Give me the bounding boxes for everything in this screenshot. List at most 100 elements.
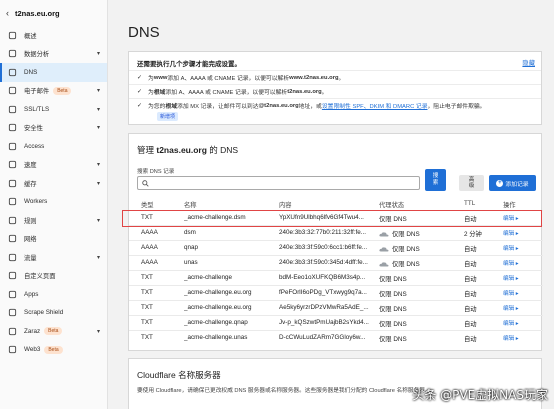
sidebar-header: ‹ t2nas.eu.org <box>0 0 107 26</box>
chevron-down-icon[interactable]: ▾ <box>97 106 100 113</box>
column-content[interactable]: 内容 <box>279 200 377 209</box>
sidebar-item[interactable]: 流量 ▾ <box>0 248 107 267</box>
dismiss-link[interactable]: 隐藏 <box>522 58 535 67</box>
sidebar-item[interactable]: 网络 <box>0 230 107 249</box>
table-row[interactable]: AAAA dsm 240e:3b3:32:77b0:211:32ff:fe... 仅限… <box>129 225 543 240</box>
sidebar-item-label: Web3 <box>24 346 41 354</box>
record-content: 240e:3b3:3f:59c0:345d:4dff:fe... <box>279 259 368 266</box>
sidebar: ‹ t2nas.eu.org 概述 数据分析 ▾ DNS 电子邮件 Beta ▾ SSL/TL… <box>0 0 108 409</box>
sidebar-item[interactable]: DNS <box>0 63 107 82</box>
chevron-down-icon[interactable]: ▾ <box>97 50 100 57</box>
sidebar-item[interactable]: 电子邮件 Beta ▾ <box>0 82 107 101</box>
sidebar-item[interactable]: 速度 ▾ <box>0 156 107 175</box>
domain-name[interactable]: t2nas.eu.org <box>15 9 60 18</box>
sidebar-item-label: 自定义页面 <box>24 273 56 281</box>
chevron-down-icon[interactable]: ▾ <box>97 254 100 261</box>
sidebar-item-label: 概述 <box>24 32 37 40</box>
sidebar-item-label: 电子邮件 <box>24 88 50 96</box>
column-ttl[interactable]: TTL <box>464 200 504 207</box>
sidebar-item[interactable]: 自定义页面 <box>0 267 107 286</box>
sidebar-item[interactable]: SSL/TLS ▾ <box>0 100 107 119</box>
sidebar-item-label: 网络 <box>24 236 37 244</box>
spf-dkim-dmarc-link[interactable]: 设置限制性 SPF、DKIM 和 DMARC 记录 <box>322 101 428 110</box>
sidebar-item[interactable]: 缓存 ▾ <box>0 174 107 193</box>
proxy-status: 仅限 DNS <box>379 336 407 343</box>
table-row[interactable]: TXT _acme-challenge.dsm YpXUfn9Ulbhq6lfv6G… <box>129 210 543 225</box>
table-row[interactable]: TXT _acme-challenge.unas D-cCWuLudZARm7GGl… <box>129 330 543 345</box>
record-ttl: 自动 <box>464 261 477 268</box>
apps-icon <box>7 289 17 299</box>
edit-link[interactable]: 编辑 ▸ <box>503 259 539 267</box>
record-name: _acme-challenge.qnap <box>184 319 248 326</box>
sidebar-item[interactable]: Scrape Shield <box>0 304 107 323</box>
edit-link[interactable]: 编辑 ▸ <box>503 244 539 252</box>
sidebar-item[interactable]: Web3 Beta <box>0 341 107 360</box>
table-row[interactable]: TXT _acme-challenge.eu.org fPeFOrlI6oPDg_V… <box>129 285 543 300</box>
edit-link[interactable]: 编辑 ▸ <box>503 229 539 237</box>
edit-link[interactable]: 编辑 ▸ <box>503 274 539 282</box>
rules-icon <box>7 215 17 225</box>
search-icon <box>142 179 149 187</box>
table-row[interactable]: TXT _acme-challenge.eu.org Ae5ky6yrzrDPzVM… <box>129 300 543 315</box>
chevron-down-icon[interactable]: ▾ <box>97 161 100 168</box>
record-type: TXT <box>141 289 153 296</box>
advanced-button[interactable]: 高 级 <box>459 175 484 191</box>
sidebar-item-label: Workers <box>24 198 48 206</box>
sidebar-item[interactable]: Access <box>0 137 107 156</box>
table-row[interactable]: TXT _acme-challenge bdM-Eeo1oXUFKQB6M3s4p.… <box>129 270 543 285</box>
chevron-down-icon[interactable]: ▾ <box>97 180 100 187</box>
record-content: YpXUfn9Ulbhq6lfv6Gf4Twu4... <box>279 214 364 221</box>
record-name: qnap <box>184 244 199 251</box>
record-content: D-cCWuLudZARm7GGloy6w... <box>279 334 366 341</box>
sidebar-item[interactable]: Zaraz Beta ▾ <box>0 322 107 341</box>
sidebar-item[interactable]: 概述 <box>0 26 107 45</box>
record-name: _acme-challenge <box>184 274 232 281</box>
chevron-down-icon[interactable]: ▾ <box>97 87 100 94</box>
record-content: bdM-Eeo1oXUFKQB6M3s4p... <box>279 274 366 281</box>
record-type: TXT <box>141 319 153 326</box>
chevron-down-icon[interactable]: ▾ <box>97 217 100 224</box>
sidebar-item[interactable]: 规则 ▾ <box>0 211 107 230</box>
sidebar-item[interactable]: Apps <box>0 285 107 304</box>
column-type[interactable]: 类型 <box>141 200 167 209</box>
record-name: unas <box>184 259 198 266</box>
chevron-down-icon[interactable]: ▾ <box>97 328 100 335</box>
record-content: Jv-p_kQSzwtPmUajbB2sYkd4... <box>279 319 369 326</box>
edit-link[interactable]: 编辑 ▸ <box>503 334 539 342</box>
beta-badge: Beta <box>53 86 72 95</box>
chevron-down-icon[interactable]: ▾ <box>97 124 100 131</box>
table-row[interactable]: AAAA qnap 240e:3b3:3f:59c0:6cc1:b6ff:fe...… <box>129 240 543 255</box>
chevron-left-icon[interactable]: ‹ <box>6 8 9 18</box>
records-table: 类型 名称 内容 代理状态 TTL 操作 TXT _acme-challenge.… <box>122 197 543 345</box>
traffic-icon <box>7 252 17 262</box>
edit-link[interactable]: 编辑 ▸ <box>503 214 539 222</box>
search-field[interactable] <box>137 176 420 190</box>
cache-icon <box>7 178 17 188</box>
record-name: _acme-challenge.eu.org <box>184 304 252 311</box>
beta-badge: Beta <box>44 327 63 336</box>
table-row[interactable]: AAAA unas 240e:3b3:3f:59c0:345d:4dff:fe...… <box>129 255 543 270</box>
search-button[interactable]: 搜 索 <box>425 169 446 191</box>
sidebar-item-label: SSL/TLS <box>24 105 50 113</box>
column-name[interactable]: 名称 <box>184 200 276 209</box>
workers-icon <box>7 197 17 207</box>
proxy-status-label: 仅限 DNS <box>392 261 420 268</box>
sidebar-item[interactable]: 数据分析 ▾ <box>0 45 107 64</box>
nameservers-desc: 要使用 Cloudflare，请确保已更改权威 DNS 服务器或名称服务器。这些… <box>137 388 431 394</box>
access-icon <box>7 141 17 151</box>
sidebar-item[interactable]: Workers <box>0 193 107 212</box>
table-row[interactable]: TXT _acme-challenge.qnap Jv-p_kQSzwtPmUajb… <box>129 315 543 330</box>
edit-link[interactable]: 编辑 ▸ <box>503 304 539 312</box>
sidebar-nav: 概述 数据分析 ▾ DNS 电子邮件 Beta ▾ SSL/TLS ▾ 安全性 ▾ Access 速度 ▾… <box>0 26 107 359</box>
table-header: 类型 名称 内容 代理状态 TTL 操作 <box>129 197 543 210</box>
proxy-status: 仅限 DNS <box>379 259 465 268</box>
check-icon: ✓ <box>137 89 143 95</box>
add-record-button[interactable]: + 添加记录 <box>489 175 536 191</box>
edit-link[interactable]: 编辑 ▸ <box>503 289 539 297</box>
search-input[interactable] <box>152 180 419 186</box>
cloud-icon <box>379 232 389 237</box>
record-ttl: 自动 <box>464 246 477 253</box>
edit-link[interactable]: 编辑 ▸ <box>503 319 539 327</box>
sidebar-item[interactable]: 安全性 ▾ <box>0 119 107 138</box>
lock-icon <box>7 104 17 114</box>
